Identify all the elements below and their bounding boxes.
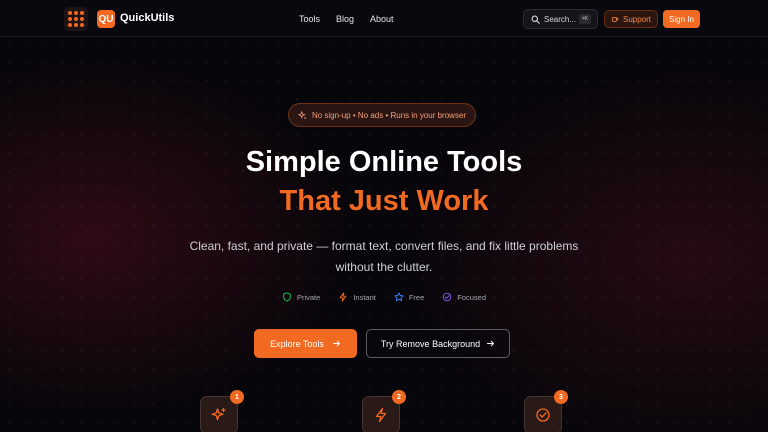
sparkles-icon: [211, 407, 226, 421]
step-number: 2: [392, 390, 406, 404]
brand-name[interactable]: QuickUtils: [120, 12, 174, 24]
sparkles-icon: [297, 110, 307, 119]
nav-link-blog[interactable]: Blog: [336, 14, 354, 24]
hero-title-line1: Simple Online Tools: [245, 146, 523, 178]
feature-label: Private: [296, 292, 321, 302]
feature-instant: Instant: [338, 292, 376, 302]
nav-link-tools[interactable]: Tools: [299, 14, 320, 24]
step-card-3: 3: [524, 390, 568, 432]
explore-tools-label: Explore Tools: [270, 338, 324, 349]
hero-badge-text: No sign-up • No ads • Runs in your brows…: [311, 110, 467, 120]
feature-list: Private Instant Free Focused: [0, 292, 768, 302]
check-circle-icon: [536, 408, 550, 422]
step-number: 1: [230, 390, 244, 404]
top-nav: QU QuickUtils Tools Blog About Search...…: [0, 0, 768, 37]
coffee-icon: [611, 17, 619, 23]
arrow-right-icon: [487, 340, 495, 347]
feature-private: Private: [282, 292, 320, 302]
step-card-2: 2: [362, 390, 406, 432]
step-number: 3: [554, 390, 568, 404]
search-icon: [531, 15, 540, 24]
try-remove-background-button[interactable]: Try Remove Background: [366, 329, 510, 358]
hero-badge: No sign-up • No ads • Runs in your brows…: [288, 103, 476, 127]
support-button[interactable]: Support: [604, 10, 658, 28]
feature-label: Instant: [353, 292, 376, 302]
shield-icon: [283, 292, 291, 302]
hero-title-line2: That Just Work: [279, 185, 489, 217]
feature-label: Free: [408, 292, 425, 302]
bolt-icon: [339, 292, 347, 302]
arrow-right-icon: [332, 340, 340, 347]
explore-tools-button[interactable]: Explore Tools: [254, 329, 357, 358]
step-card-1: 1: [200, 390, 244, 432]
check-circle-icon: [442, 292, 452, 302]
brand-logo[interactable]: QU: [97, 10, 115, 28]
sign-in-button[interactable]: Sign In: [663, 10, 700, 28]
nav-link-about[interactable]: About: [370, 14, 394, 24]
try-remove-background-label: Try Remove Background: [380, 338, 481, 349]
search-shortcut: ⌘K: [578, 14, 591, 24]
bolt-icon: [375, 407, 387, 423]
search-button[interactable]: Search... ⌘K: [523, 9, 598, 29]
feature-label: Focused: [457, 292, 487, 302]
feature-focused: Focused: [442, 292, 486, 302]
search-placeholder: Search...: [544, 14, 577, 24]
support-label: Support: [622, 14, 652, 24]
apps-grid-icon[interactable]: [64, 7, 88, 31]
feature-free: Free: [394, 292, 424, 302]
star-icon: [394, 292, 404, 302]
hero-subtitle: Clean, fast, and private — format text, …: [189, 239, 579, 274]
